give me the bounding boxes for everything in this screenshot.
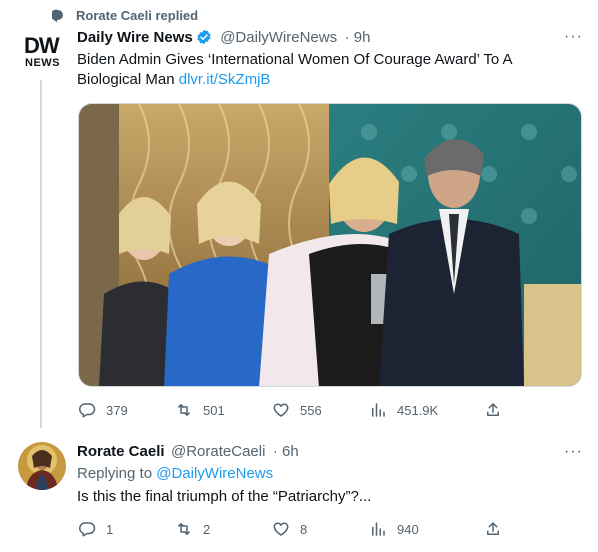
like-count: 556 (300, 402, 322, 418)
retweet-count: 2 (203, 521, 211, 537)
reply-count: 379 (106, 402, 128, 418)
retweet-icon (178, 404, 190, 416)
reply-icon (79, 522, 96, 537)
thread-line (40, 80, 42, 428)
retweet-button[interactable]: 2 (175, 520, 210, 538)
views-chart-icon (372, 522, 385, 536)
avatar[interactable] (18, 442, 66, 490)
more-options-button[interactable]: ··· (564, 28, 583, 46)
views-chart-icon (372, 403, 385, 417)
reply-icon (79, 403, 96, 418)
share-icon (487, 403, 499, 416)
views-button[interactable]: 451.9K (369, 401, 438, 419)
view-count: 451.9K (397, 402, 439, 418)
icon-portrait-image (18, 442, 66, 490)
like-button[interactable]: 556 (272, 401, 322, 419)
tweet-photo[interactable] (78, 103, 582, 387)
share-icon (487, 522, 499, 535)
retweet-count: 501 (203, 402, 225, 418)
author-handle[interactable]: @RorateCaeli (171, 443, 265, 460)
social-context[interactable]: Rorate Caeli replied (76, 7, 198, 25)
dw-logo-text: DW (24, 33, 60, 58)
verified-badge-icon (197, 29, 211, 45)
views-button[interactable]: 940 (369, 520, 419, 538)
reply-count: 1 (106, 521, 114, 537)
heart-icon (273, 522, 289, 536)
like-button[interactable]: 8 (272, 520, 307, 538)
timestamp[interactable]: · 6h (273, 443, 299, 460)
share-button[interactable] (484, 401, 512, 419)
author-handle[interactable]: @DailyWireNews (220, 29, 337, 46)
dw-logo-subtext: NEWS (25, 57, 60, 69)
like-count: 8 (300, 521, 308, 537)
share-button[interactable] (484, 520, 512, 538)
retweet-button[interactable]: 501 (175, 401, 225, 419)
tweet-text-line: Biden Admin Gives ‘International Women O… (77, 51, 513, 68)
tweet-text-line: Biological Man (77, 71, 175, 88)
tweet-header: Rorate Caeli @RorateCaeli · 6h (77, 442, 299, 462)
avatar[interactable]: DW NEWS (17, 27, 65, 75)
view-count: 940 (397, 521, 419, 537)
reply-button[interactable]: 379 (78, 401, 128, 419)
timestamp[interactable]: · 9h (345, 29, 371, 46)
author-name[interactable]: Daily Wire News (77, 29, 193, 46)
retweet-icon (178, 523, 190, 535)
author-name[interactable]: Rorate Caeli (77, 443, 165, 460)
tweet-text: Biden Admin Gives ‘International Women O… (77, 50, 577, 90)
reply-bubble-icon (52, 9, 63, 23)
tweet-text: Is this the final triumph of the “Patria… (77, 488, 372, 505)
replying-prefix: Replying to (77, 465, 153, 482)
tweet-link[interactable]: dlvr.it/SkZmjB (179, 71, 271, 88)
replying-to: Replying to @DailyWireNews (77, 464, 273, 484)
photo-illustration (79, 104, 581, 386)
reply-button[interactable]: 1 (78, 520, 113, 538)
more-options-button[interactable]: ··· (564, 443, 583, 461)
mention-link[interactable]: @DailyWireNews (156, 465, 273, 482)
heart-icon (273, 403, 289, 417)
tweet-header: Daily Wire News @DailyWireNews · 9h (77, 28, 370, 48)
